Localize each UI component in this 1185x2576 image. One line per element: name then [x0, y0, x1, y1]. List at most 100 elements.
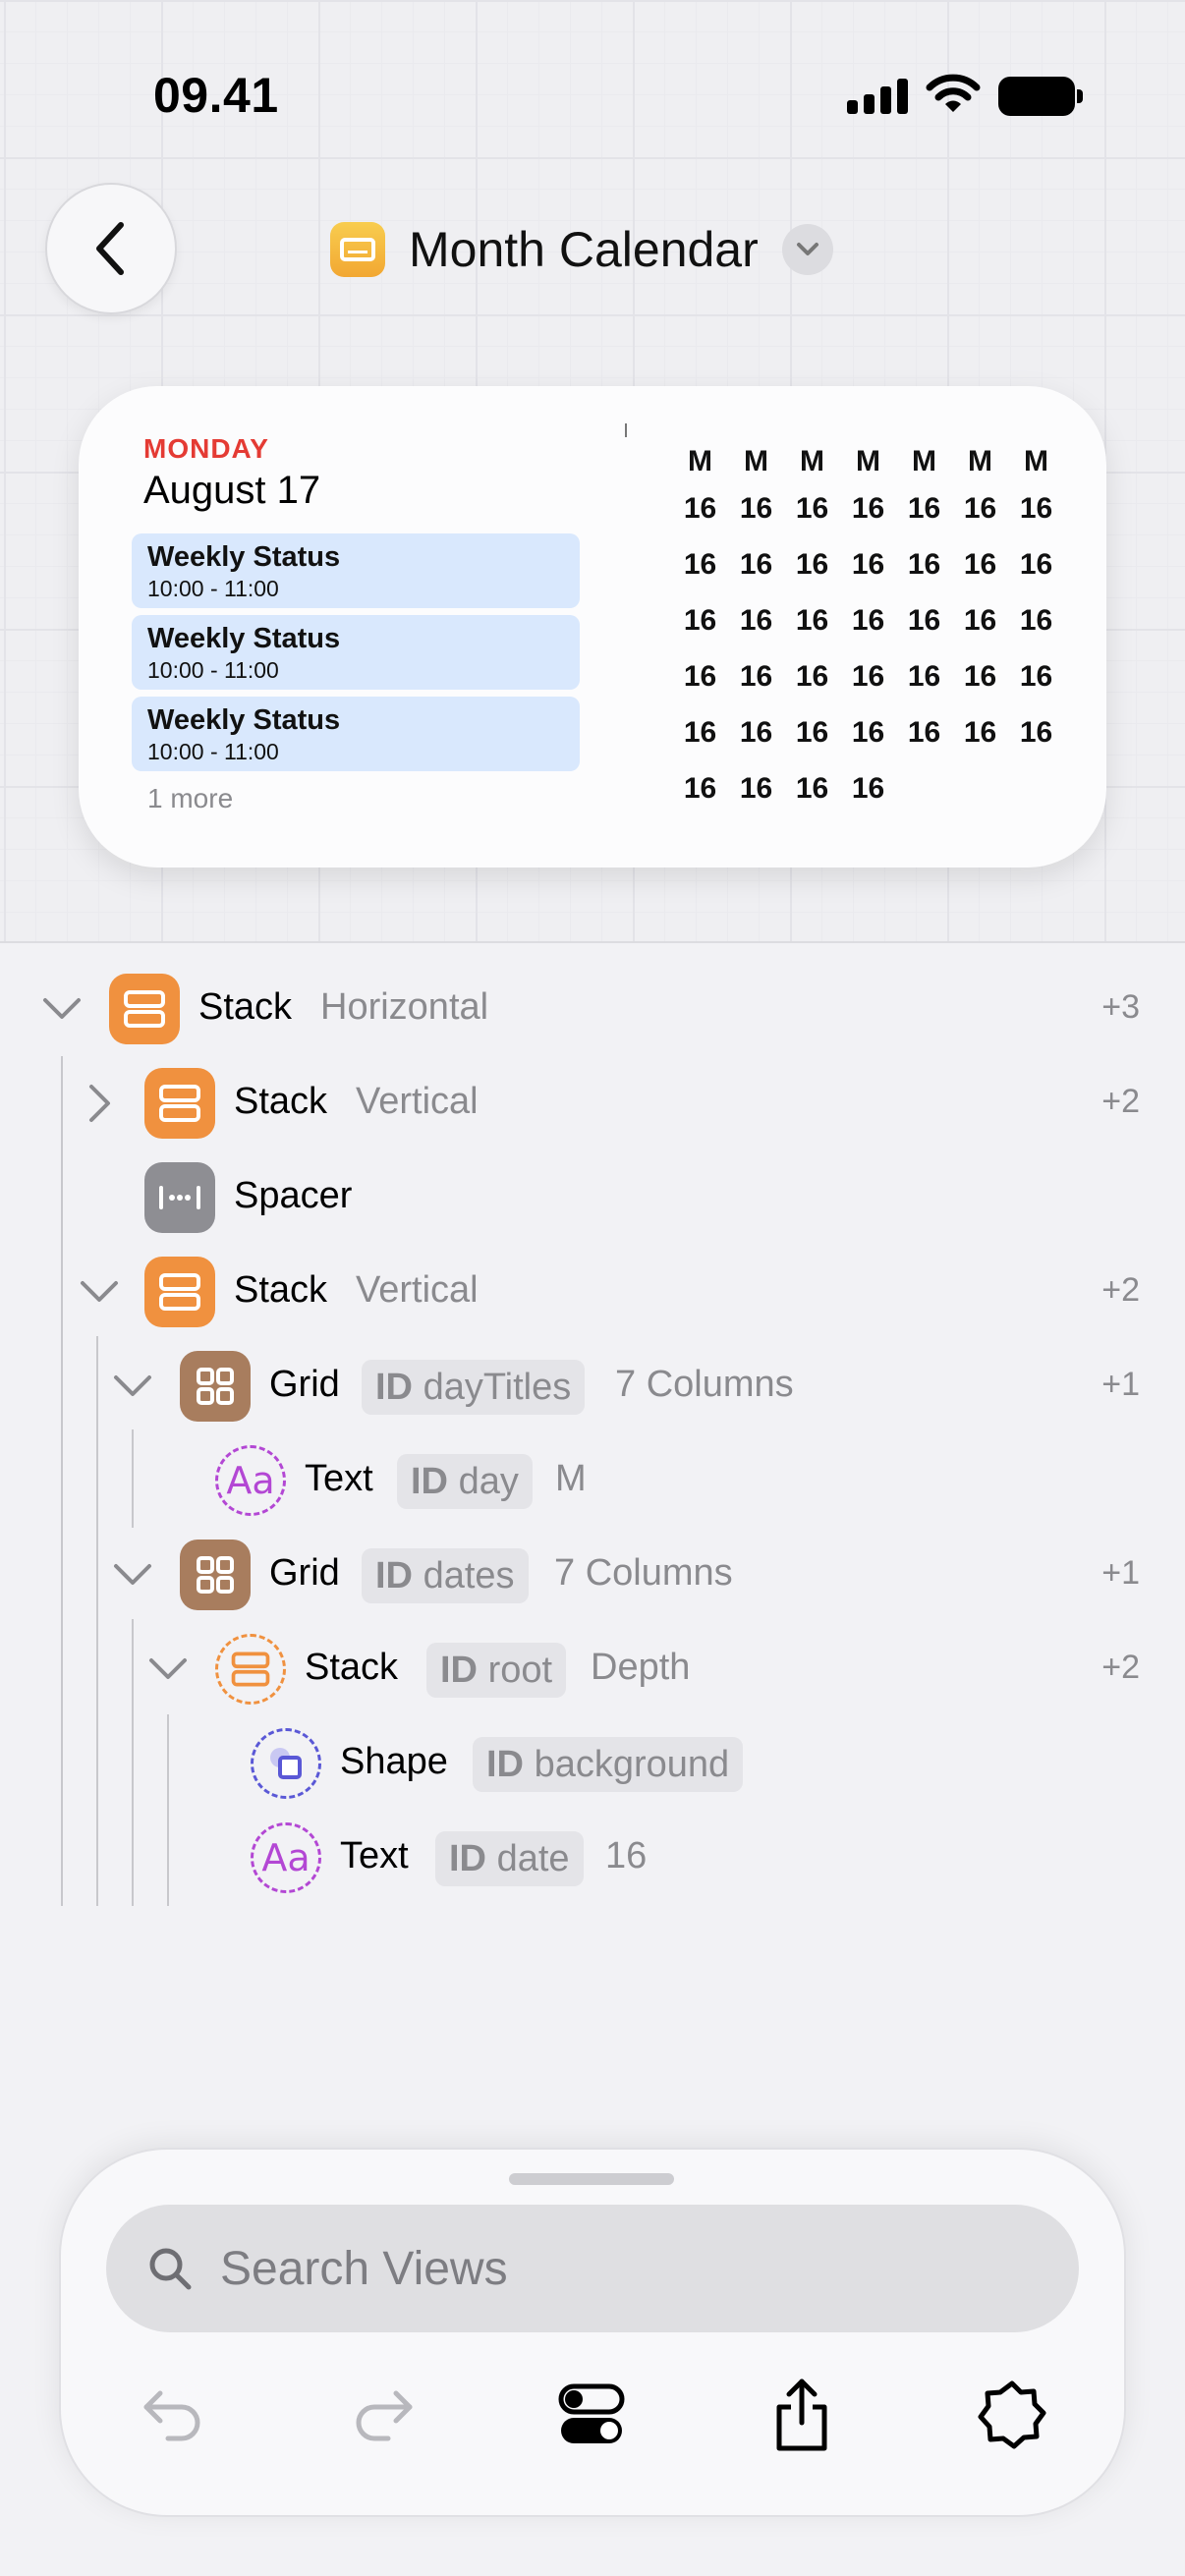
node-detail: Horizontal [320, 986, 489, 1028]
chevron-right-icon[interactable] [77, 1081, 122, 1126]
day-title: M [856, 445, 880, 477]
share-icon [776, 2379, 827, 2451]
event-item: Weekly Status 10:00 - 11:00 [132, 615, 580, 690]
child-count: +2 [1101, 1271, 1140, 1309]
child-count: +2 [1101, 1649, 1140, 1686]
grid-icon [180, 1351, 251, 1422]
toggles-icon [558, 2383, 625, 2443]
node-detail: 7 Columns [554, 1552, 733, 1594]
title-menu[interactable]: Month Calendar [330, 218, 833, 281]
tree-row-grid-daytitles[interactable]: Grid ID dayTitles 7 Columns +1 [0, 1342, 1185, 1430]
date-cell: 16 [851, 660, 885, 693]
date-cell: 16 [851, 716, 885, 749]
spacer-icon [144, 1162, 215, 1233]
id-value: date [496, 1838, 570, 1879]
date-cell: 16 [683, 716, 717, 749]
search-icon [149, 2248, 192, 2290]
chevron-down-icon[interactable] [145, 1647, 191, 1692]
node-name: Stack [198, 986, 293, 1028]
sheet-grabber[interactable] [509, 2173, 674, 2185]
share-button[interactable] [762, 2376, 841, 2454]
date-cell: 16 [851, 604, 885, 637]
node-name: Stack [234, 1269, 328, 1311]
tree-row-stack-vertical[interactable]: Stack Vertical +2 [0, 1059, 1185, 1148]
stack-icon [144, 1068, 215, 1139]
tree-row-spacer[interactable]: Spacer [0, 1153, 1185, 1242]
date-cell: 16 [907, 716, 941, 749]
node-name: Stack [305, 1647, 399, 1688]
date-label: August 17 [143, 469, 321, 512]
date-cell: 16 [683, 548, 717, 581]
properties-toggle-button[interactable] [552, 2376, 631, 2454]
id-label: ID [375, 1367, 413, 1408]
node-name: Shape [340, 1741, 448, 1782]
id-label: ID [411, 1461, 448, 1502]
date-cell: 16 [1019, 604, 1053, 637]
date-cell: 16 [907, 660, 941, 693]
date-cell: 16 [739, 548, 773, 581]
stack-icon [215, 1634, 286, 1705]
id-chip: ID date [435, 1831, 584, 1886]
tree-row-text-date[interactable]: Aa Text ID date 16 [0, 1814, 1185, 1902]
chevron-down-icon[interactable] [39, 986, 85, 1032]
tree-row-shape-background[interactable]: Shape ID background [0, 1719, 1185, 1808]
tree-row-stack-vertical[interactable]: Stack Vertical +2 [0, 1248, 1185, 1336]
back-button[interactable] [45, 183, 177, 314]
date-cell: 16 [963, 660, 997, 693]
redo-button[interactable] [344, 2376, 423, 2454]
cellular-signal-icon [847, 79, 908, 114]
node-name: Spacer [234, 1175, 353, 1216]
weekday-label: MONDAY [143, 433, 269, 464]
node-detail: Depth [591, 1647, 691, 1688]
date-cell: 16 [1019, 492, 1053, 525]
event-title: Weekly Status [147, 623, 341, 654]
date-cell: 16 [739, 492, 773, 525]
date-cell: 16 [795, 604, 829, 637]
date-cell: 16 [795, 660, 829, 693]
date-cell: 16 [851, 492, 885, 525]
date-cell: 16 [851, 548, 885, 581]
widget-preview[interactable]: MONDAY August 17 Weekly Status 10:00 - 1… [79, 386, 1106, 868]
chevron-down-icon[interactable] [110, 1364, 155, 1409]
chevron-down-icon[interactable] [110, 1552, 155, 1597]
tree-row-grid-dates[interactable]: Grid ID dates 7 Columns +1 [0, 1531, 1185, 1619]
tree-row-stack-root[interactable]: Stack ID root Depth +2 [0, 1625, 1185, 1713]
search-bar[interactable] [106, 2205, 1079, 2332]
page-title: Month Calendar [409, 222, 759, 277]
id-value: dates [423, 1555, 515, 1596]
date-cell: 16 [795, 492, 829, 525]
undo-button[interactable] [134, 2376, 212, 2454]
event-time: 10:00 - 11:00 [147, 576, 279, 601]
settings-button[interactable] [973, 2376, 1051, 2454]
chevron-down-icon[interactable] [77, 1269, 122, 1315]
event-title: Weekly Status [147, 704, 341, 736]
id-label: ID [440, 1650, 478, 1691]
child-count: +3 [1101, 988, 1140, 1026]
redo-icon [356, 2390, 413, 2441]
date-cell: 16 [907, 604, 941, 637]
chevron-down-icon[interactable] [781, 224, 833, 275]
day-title: M [744, 445, 768, 477]
node-detail: Vertical [356, 1081, 479, 1122]
tree-row-text-day[interactable]: Aa Text ID day M [0, 1436, 1185, 1525]
widget-icon [330, 222, 385, 277]
date-cell: 16 [683, 492, 717, 525]
node-name: Text [340, 1835, 409, 1876]
node-detail: M [555, 1458, 587, 1499]
id-chip: ID background [473, 1737, 744, 1792]
tree-row-stack-horizontal[interactable]: Stack Horizontal +3 [0, 965, 1185, 1053]
search-input[interactable] [220, 2241, 1026, 2296]
stack-icon [109, 974, 180, 1044]
date-cell: 16 [795, 772, 829, 805]
date-cell: 16 [683, 772, 717, 805]
id-label: ID [486, 1744, 524, 1785]
day-title: M [688, 445, 712, 477]
battery-icon [998, 77, 1083, 116]
date-cell: 16 [851, 772, 885, 805]
date-cell: 16 [795, 548, 829, 581]
wifi-icon [926, 74, 981, 112]
bottom-sheet [59, 2148, 1126, 2517]
date-cell: 16 [1019, 716, 1053, 749]
node-detail: 7 Columns [615, 1364, 794, 1405]
child-count: +1 [1101, 1366, 1140, 1403]
